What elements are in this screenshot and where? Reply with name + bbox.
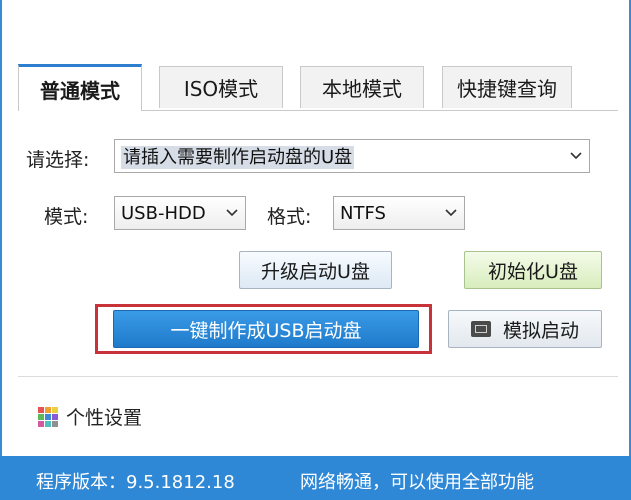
format-select-value: NTFS — [340, 202, 386, 224]
network-status-text: 网络畅通，可以使用全部功能 — [300, 472, 534, 493]
tab-label: 本地模式 — [322, 77, 402, 101]
format-select[interactable]: NTFS — [333, 196, 465, 230]
make-usb-boot-label: 一键制作成USB启动盘 — [170, 319, 362, 342]
tab-normal-mode[interactable]: 普通模式 — [18, 64, 142, 111]
mode-select-value: USB-HDD — [121, 202, 206, 224]
tab-hotkey-lookup[interactable]: 快捷键查询 — [442, 66, 572, 108]
personal-settings-link[interactable]: 个性设置 — [38, 403, 142, 430]
make-usb-boot-button[interactable]: 一键制作成USB启动盘 — [113, 310, 419, 348]
tab-local-mode[interactable]: 本地模式 — [300, 66, 424, 108]
chevron-down-icon — [563, 140, 589, 172]
status-bar: 程序版本：9.5.1812.18 网络畅通，可以使用全部功能 — [0, 456, 631, 500]
simulate-boot-button[interactable]: 模拟启动 — [448, 310, 602, 348]
tab-label: 快捷键查询 — [457, 77, 557, 101]
tab-iso-mode[interactable]: ISO模式 — [159, 66, 283, 108]
tab-label: 普通模式 — [40, 78, 120, 103]
color-grid-icon — [38, 406, 58, 427]
disk-select[interactable]: 请插入需要制作启动盘的U盘 — [114, 139, 590, 173]
monitor-icon — [470, 321, 491, 337]
init-usb-label: 初始化U盘 — [488, 260, 578, 283]
mode-select[interactable]: USB-HDD — [114, 196, 246, 230]
disk-select-value: 请插入需要制作启动盘的U盘 — [121, 146, 355, 169]
chevron-down-icon — [219, 197, 245, 229]
upgrade-usb-label: 升级启动U盘 — [261, 260, 370, 283]
main-window: 普通模式 ISO模式 本地模式 快捷键查询 请选择: 请插入需要制作启动盘的U盘… — [0, 0, 631, 456]
section-divider — [18, 376, 618, 377]
upgrade-usb-button[interactable]: 升级启动U盘 — [239, 251, 392, 289]
version-text: 程序版本：9.5.1812.18 — [36, 472, 235, 493]
mode-label: 模式: — [44, 206, 89, 228]
select-disk-label: 请选择: — [26, 149, 90, 171]
personal-settings-label: 个性设置 — [66, 407, 143, 429]
simulate-boot-label: 模拟启动 — [502, 319, 579, 342]
format-label: 格式: — [267, 206, 312, 228]
init-usb-button[interactable]: 初始化U盘 — [464, 251, 602, 289]
tab-label: ISO模式 — [183, 77, 259, 101]
chevron-down-icon — [438, 197, 464, 229]
